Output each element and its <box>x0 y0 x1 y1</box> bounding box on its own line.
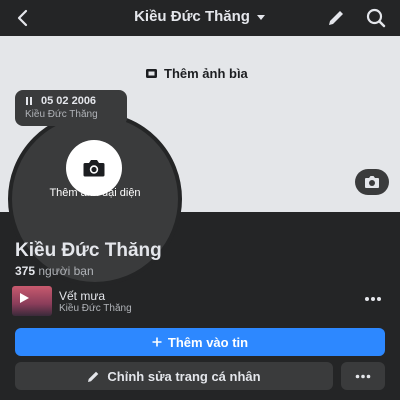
song-artist: Kiều Đức Thăng <box>59 303 132 314</box>
more-options-icon <box>355 374 371 378</box>
add-cover-photo-button[interactable]: Thêm ảnh bìa <box>145 66 248 81</box>
pencil-icon[interactable] <box>325 7 347 29</box>
profile-music[interactable]: Vết mưa Kiều Đức Thăng <box>12 286 385 316</box>
play-icon <box>20 293 29 303</box>
top-bar: Kiều Đức Thăng <box>0 0 400 36</box>
more-options-icon[interactable] <box>364 296 382 302</box>
pause-icon <box>26 97 32 105</box>
friend-count-label: người bạn <box>35 264 94 278</box>
cover-camera-button[interactable] <box>355 169 389 195</box>
header-title: Kiều Đức Thăng <box>134 8 250 25</box>
search-icon[interactable] <box>365 7 387 29</box>
plus-icon <box>152 337 162 347</box>
friend-count-number: 375 <box>15 264 36 278</box>
add-cover-label: Thêm ảnh bìa <box>164 66 248 81</box>
note-bubble[interactable]: 05 02 2006 Kiều Đức Thăng <box>15 90 127 126</box>
chevron-down-icon <box>256 14 265 20</box>
add-to-story-label: Thêm vào tin <box>167 334 249 350</box>
friend-count[interactable]: 375 người bạn <box>15 264 94 278</box>
add-photo-icon <box>146 69 157 78</box>
profile-name: Kiều Đức Thăng <box>15 240 162 261</box>
music-thumbnail <box>12 286 52 316</box>
note-date: 05 02 2006 <box>41 95 97 107</box>
pencil-icon <box>88 371 99 382</box>
add-profile-photo-label: Thêm ảnh đại diện <box>49 187 141 199</box>
more-actions-button[interactable] <box>341 362 385 390</box>
edit-profile-button[interactable]: Chỉnh sửa trang cá nhân <box>15 362 333 390</box>
note-author: Kiều Đức Thăng <box>25 109 98 120</box>
camera-icon <box>83 160 105 177</box>
camera-icon <box>365 176 379 188</box>
edit-profile-label: Chỉnh sửa trang cá nhân <box>107 368 261 384</box>
song-title: Vết mưa <box>59 289 106 303</box>
add-to-story-button[interactable]: Thêm vào tin <box>15 328 385 356</box>
